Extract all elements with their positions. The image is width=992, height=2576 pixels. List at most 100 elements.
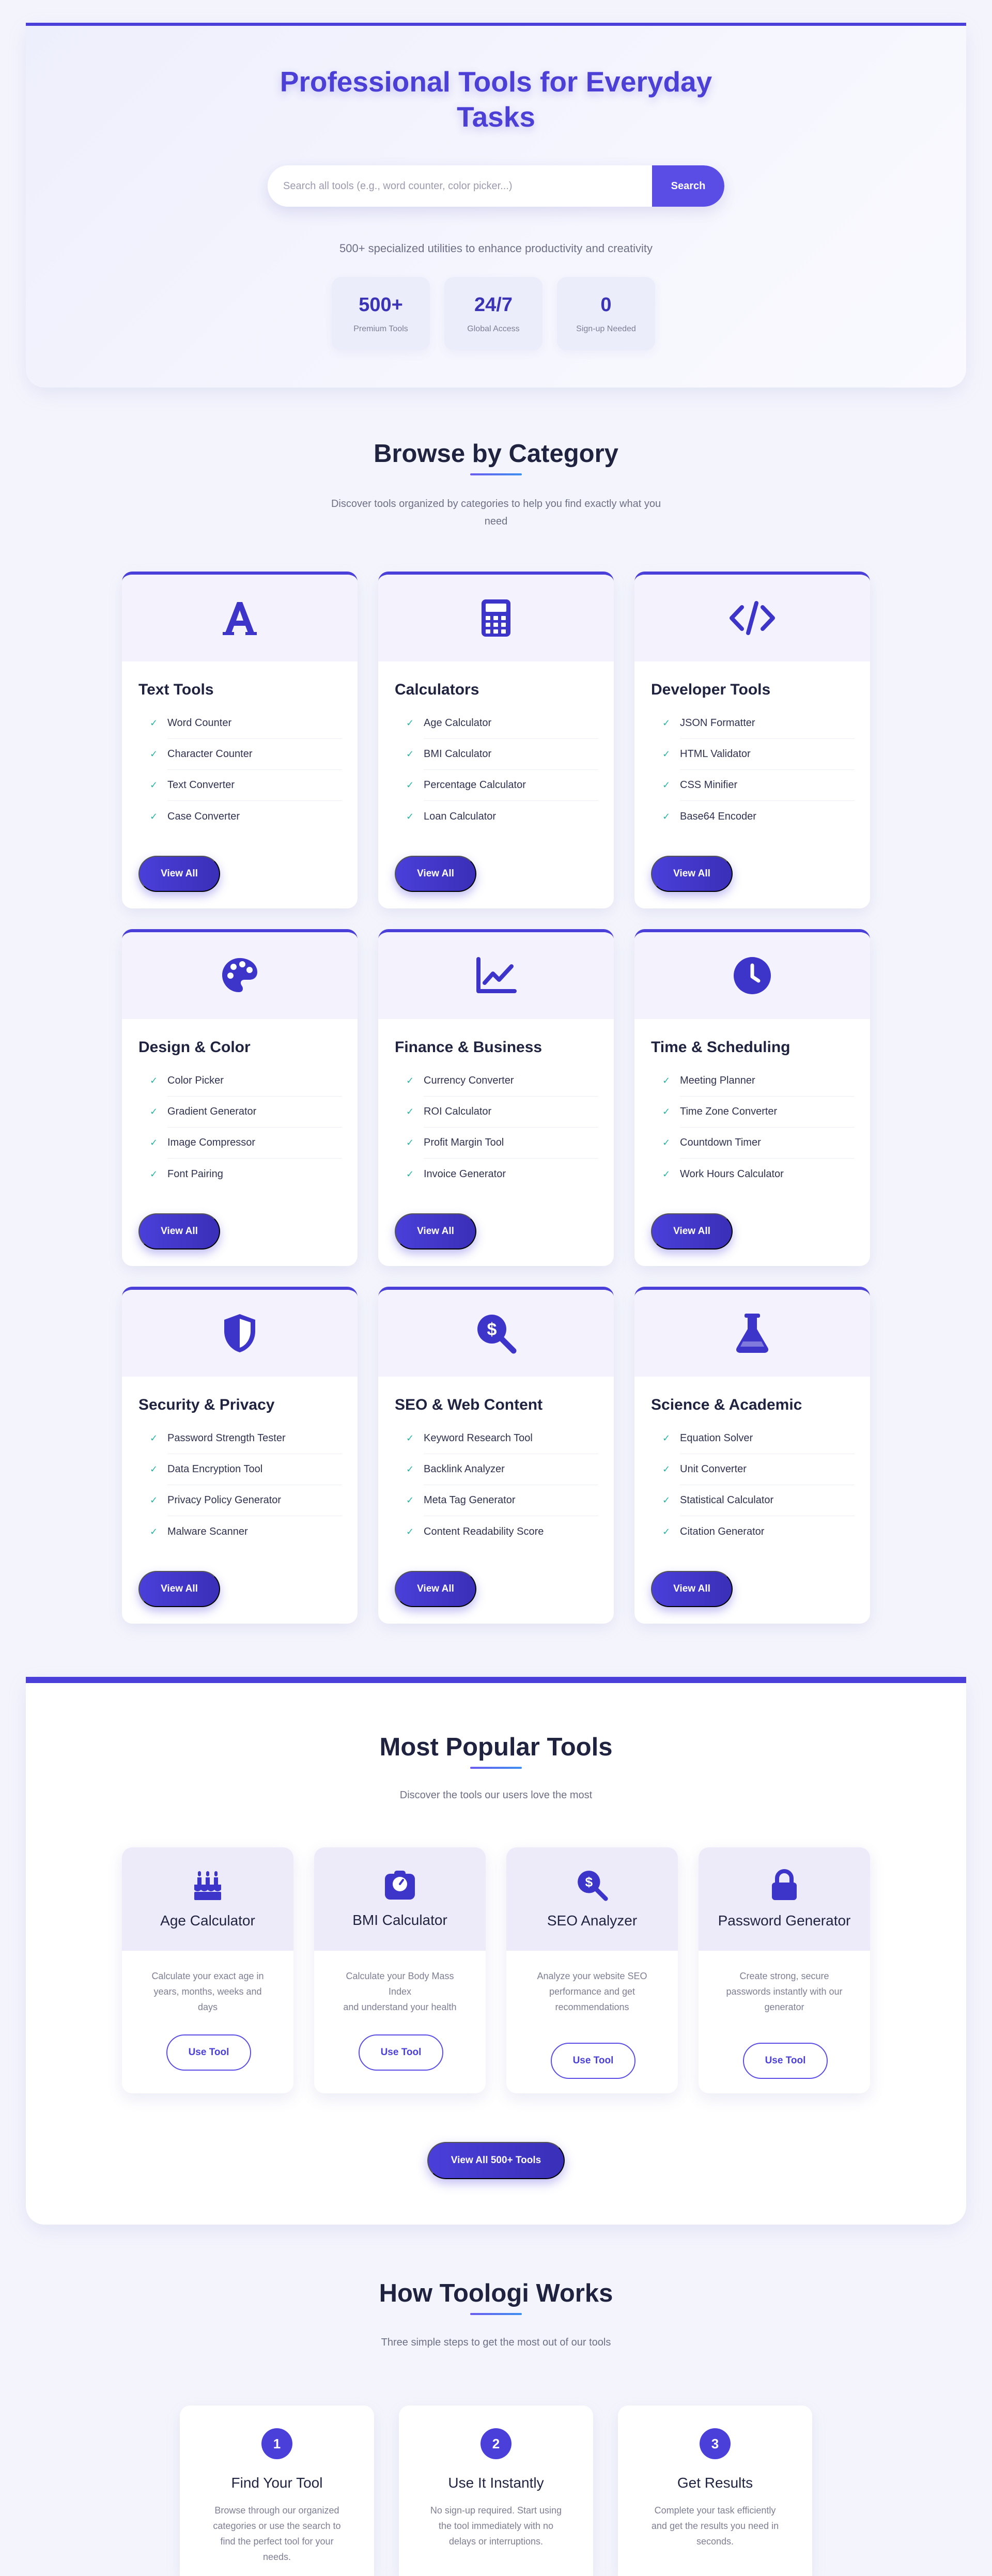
- category-tool-item[interactable]: ✓ Data Encryption Tool: [150, 1454, 342, 1485]
- popular-section: Most Popular Tools Discover the tools ou…: [26, 1677, 966, 2225]
- clock-icon: [734, 957, 771, 994]
- category-tool-item[interactable]: ✓ HTML Validator: [662, 739, 855, 770]
- view-all-tools-button[interactable]: View All 500+ Tools: [427, 2142, 565, 2179]
- tool-name: Statistical Calculator: [680, 1494, 774, 1506]
- check-icon: ✓: [150, 1168, 158, 1179]
- use-tool-button[interactable]: Use Tool: [743, 2043, 828, 2079]
- step-number-badge: 1: [261, 2428, 292, 2459]
- description-line: Create strong, secure: [739, 1971, 829, 1981]
- tool-name: Character Counter: [167, 748, 253, 760]
- category-tool-item[interactable]: ✓ Currency Converter: [406, 1066, 598, 1097]
- category-tool-item[interactable]: ✓ Malware Scanner: [150, 1516, 342, 1547]
- category-tool-item[interactable]: ✓ Gradient Generator: [150, 1097, 342, 1128]
- tool-name: Invoice Generator: [424, 1168, 506, 1180]
- view-all-button[interactable]: View All: [651, 1571, 733, 1607]
- hero-title-line: Professional Tools for Everyday: [280, 66, 712, 98]
- tool-name: Privacy Policy Generator: [167, 1494, 282, 1506]
- description-line: and get the results you need in: [651, 2521, 779, 2531]
- view-all-button[interactable]: View All: [395, 856, 476, 892]
- check-icon: ✓: [662, 1137, 671, 1148]
- view-all-button[interactable]: View All: [395, 1213, 476, 1250]
- category-tool-item[interactable]: ✓ Work Hours Calculator: [662, 1159, 855, 1190]
- category-tool-item[interactable]: ✓ ROI Calculator: [406, 1097, 598, 1128]
- check-icon: ✓: [150, 1075, 158, 1086]
- stats-row: 500+ Premium Tools 24/7 Global Access 0 …: [332, 277, 655, 350]
- category-tool-item[interactable]: ✓ Percentage Calculator: [406, 770, 598, 801]
- category-tool-item[interactable]: ✓ Time Zone Converter: [662, 1097, 855, 1128]
- category-tool-item[interactable]: ✓ Meeting Planner: [662, 1066, 855, 1097]
- view-all-button[interactable]: View All: [138, 1571, 220, 1607]
- step-description: Browse through our organized categories …: [203, 2503, 351, 2565]
- use-tool-button[interactable]: Use Tool: [166, 2034, 251, 2071]
- hero-section: Professional Tools for Everyday Tasks Se…: [26, 23, 966, 388]
- step-title: Find Your Tool: [231, 2475, 323, 2491]
- category-tool-item[interactable]: ✓ Content Readability Score: [406, 1516, 598, 1547]
- category-tool-item[interactable]: ✓ CSS Minifier: [662, 770, 855, 801]
- popular-tool-description: Analyze your website SEO performance and…: [527, 1968, 657, 2015]
- category-tool-item[interactable]: ✓ Meta Tag Generator: [406, 1485, 598, 1516]
- tool-name: JSON Formatter: [680, 717, 755, 729]
- category-title: Science & Academic: [651, 1396, 802, 1413]
- check-icon: ✓: [406, 811, 414, 822]
- tool-name: Equation Solver: [680, 1432, 753, 1444]
- category-tool-item[interactable]: ✓ Countdown Timer: [662, 1128, 855, 1159]
- category-tool-item[interactable]: ✓ Word Counter: [150, 708, 342, 739]
- description-line: Browse through our organized: [214, 2505, 339, 2516]
- tool-name: Data Encryption Tool: [167, 1463, 263, 1475]
- stat-value: 24/7: [474, 294, 513, 316]
- use-tool-button[interactable]: Use Tool: [359, 2034, 443, 2071]
- stat-value: 500+: [359, 294, 403, 316]
- check-icon: ✓: [150, 1433, 158, 1443]
- category-tool-item[interactable]: ✓ Font Pairing: [150, 1159, 342, 1190]
- category-tool-item[interactable]: ✓ Age Calculator: [406, 708, 598, 739]
- category-tool-item[interactable]: ✓ Unit Converter: [662, 1454, 855, 1485]
- description-line: No sign-up required. Start using: [430, 2505, 562, 2516]
- flask-icon: [736, 1314, 769, 1353]
- category-icon-area: [634, 1290, 870, 1377]
- tool-name: Image Compressor: [167, 1137, 256, 1148]
- view-all-button[interactable]: View All: [138, 856, 220, 892]
- search-dollar-icon: $: [477, 1315, 517, 1354]
- category-tool-item[interactable]: ✓ Password Strength Tester: [150, 1423, 342, 1454]
- check-icon: ✓: [406, 1075, 414, 1086]
- browse-section-subtitle: Discover tools organized by categories t…: [289, 495, 703, 530]
- category-tool-item[interactable]: ✓ Citation Generator: [662, 1516, 855, 1547]
- category-title: Developer Tools: [651, 681, 771, 698]
- browse-section-title: Browse by Category: [374, 440, 618, 468]
- category-tool-item[interactable]: ✓ Base64 Encoder: [662, 801, 855, 832]
- category-tool-item[interactable]: ✓ Loan Calculator: [406, 801, 598, 832]
- description-line: find the perfect tool for your: [220, 2536, 334, 2547]
- description-line: Calculate your Body Mass Index: [346, 1971, 454, 1997]
- view-all-button[interactable]: View All: [651, 856, 733, 892]
- description-line: years, months, weeks and days: [153, 1986, 262, 2012]
- category-tool-list: ✓ Password Strength Tester ✓ Data Encrypti…: [150, 1423, 342, 1547]
- category-tool-item[interactable]: ✓ Image Compressor: [150, 1128, 342, 1159]
- category-tool-item[interactable]: ✓ Invoice Generator: [406, 1159, 598, 1190]
- popular-tool-header: BMI Calculator: [314, 1847, 486, 1951]
- category-tool-item[interactable]: ✓ Backlink Analyzer: [406, 1454, 598, 1485]
- category-tool-item[interactable]: ✓ BMI Calculator: [406, 739, 598, 770]
- category-tool-list: ✓ Meeting Planner ✓ Time Zone Converter ✓ C…: [662, 1066, 855, 1190]
- tool-name: Word Counter: [167, 717, 232, 729]
- category-tool-item[interactable]: ✓ Keyword Research Tool: [406, 1423, 598, 1454]
- category-tool-item[interactable]: ✓ Character Counter: [150, 739, 342, 770]
- tool-name: Unit Converter: [680, 1463, 747, 1475]
- category-tool-item[interactable]: ✓ Statistical Calculator: [662, 1485, 855, 1516]
- search-input[interactable]: [268, 165, 652, 207]
- category-tool-item[interactable]: ✓ Text Converter: [150, 770, 342, 801]
- description-line: passwords instantly with our: [726, 1986, 843, 1997]
- step-number-badge: 2: [481, 2428, 512, 2459]
- category-tool-item[interactable]: ✓ Privacy Policy Generator: [150, 1485, 342, 1516]
- view-all-button[interactable]: View All: [395, 1571, 476, 1607]
- check-icon: ✓: [406, 1464, 414, 1474]
- category-tool-item[interactable]: ✓ JSON Formatter: [662, 708, 855, 739]
- category-tool-item[interactable]: ✓ Case Converter: [150, 801, 342, 832]
- view-all-button[interactable]: View All: [651, 1213, 733, 1250]
- search-button[interactable]: Search: [652, 165, 724, 207]
- category-tool-item[interactable]: ✓ Profit Margin Tool: [406, 1128, 598, 1159]
- step-description: No sign-up required. Start using the too…: [422, 2503, 570, 2549]
- use-tool-button[interactable]: Use Tool: [551, 2043, 636, 2079]
- category-tool-item[interactable]: ✓ Color Picker: [150, 1066, 342, 1097]
- category-tool-item[interactable]: ✓ Equation Solver: [662, 1423, 855, 1454]
- view-all-button[interactable]: View All: [138, 1213, 220, 1250]
